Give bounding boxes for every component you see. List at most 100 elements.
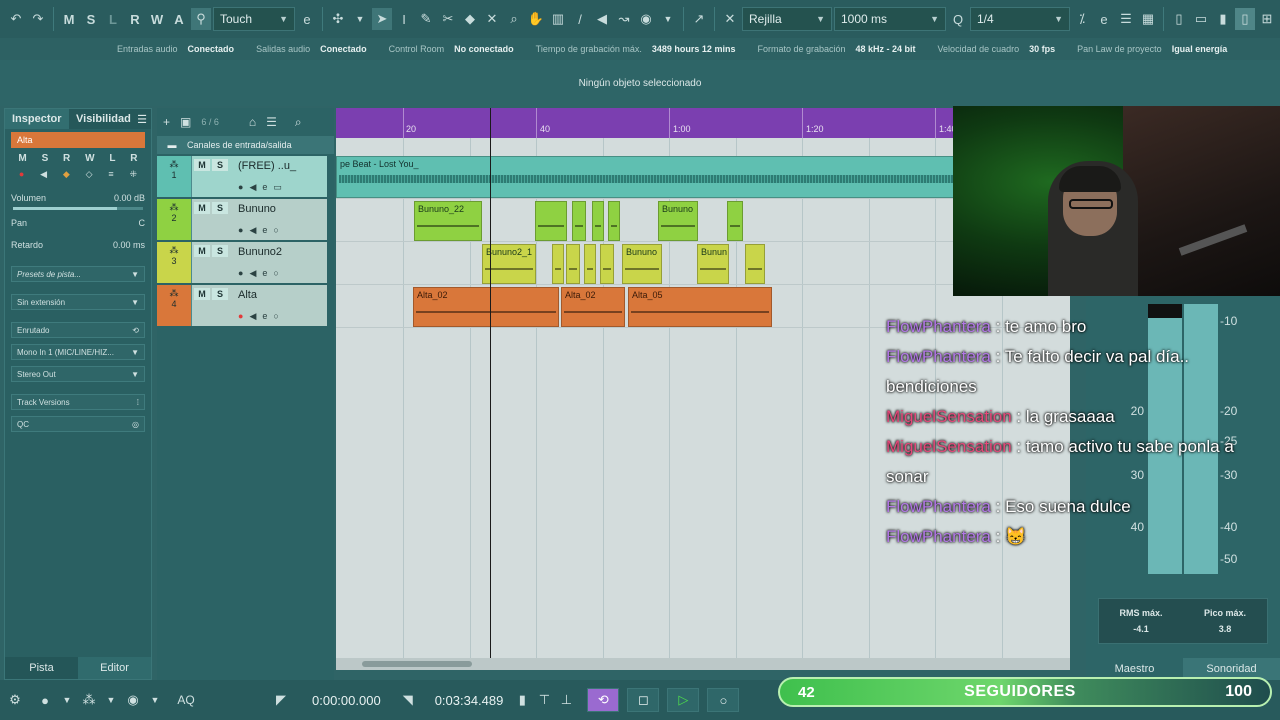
- inspector-track-name[interactable]: Alta: [11, 132, 145, 148]
- audio-clip[interactable]: [552, 244, 564, 284]
- audio-clip[interactable]: [566, 244, 580, 284]
- read-icon[interactable]: ○: [273, 311, 278, 322]
- waveform-icon[interactable]: ⁂: [78, 692, 100, 708]
- list-icon[interactable]: ☰: [266, 115, 277, 129]
- audio-clip[interactable]: Bununo: [658, 201, 698, 241]
- cycle-button[interactable]: ⟲: [587, 688, 620, 712]
- automation-mode-select[interactable]: Touch ▼: [213, 7, 295, 31]
- undo-icon[interactable]: ↶: [6, 8, 26, 30]
- audio-clip[interactable]: Alta_05: [628, 287, 772, 327]
- punch-icon[interactable]: ◉: [122, 692, 144, 708]
- mute-button[interactable]: M: [194, 245, 210, 257]
- tab-track[interactable]: Pista: [5, 657, 78, 679]
- layout-right-icon[interactable]: ▯: [1235, 8, 1255, 30]
- mute-button[interactable]: M: [194, 202, 210, 214]
- redo-icon[interactable]: ↷: [28, 8, 48, 30]
- solo-button[interactable]: S: [212, 202, 228, 214]
- erase-tool-icon[interactable]: ◆: [460, 8, 480, 30]
- track-preset-select[interactable]: Presets de pista... ▼: [11, 266, 145, 282]
- track-row[interactable]: ⁂ 4 MS Alta ● ◀ e ○: [157, 285, 327, 326]
- grid-select[interactable]: 1000 ms ▼: [834, 7, 946, 31]
- record-icon[interactable]: ●: [238, 268, 243, 279]
- keyboard-icon[interactable]: ▦: [1138, 8, 1158, 30]
- search-icon[interactable]: ⌕: [295, 115, 302, 130]
- audio-clip[interactable]: [608, 201, 620, 241]
- monitor-icon[interactable]: ◀: [249, 268, 256, 279]
- scissors-tool-icon[interactable]: ✂: [438, 8, 458, 30]
- record-button[interactable]: ○: [707, 688, 740, 712]
- lock-button[interactable]: L: [109, 153, 115, 164]
- track-row[interactable]: ⁂ 3 MS Bununo2 ● ◀ e ○: [157, 242, 327, 283]
- range-tool-icon[interactable]: I: [394, 8, 414, 30]
- edit-icon[interactable]: e: [1094, 8, 1114, 30]
- automation-mode-button[interactable]: A: [169, 8, 189, 30]
- record-mode-icon[interactable]: ●: [34, 693, 56, 708]
- solo-mode-button[interactable]: S: [81, 8, 101, 30]
- track-name[interactable]: Alta: [238, 289, 257, 301]
- read-icon[interactable]: ○: [273, 225, 278, 236]
- settings-icon[interactable]: ⚙: [4, 692, 26, 708]
- audio-clip[interactable]: Alta_02: [561, 287, 625, 327]
- dropdown-icon[interactable]: ▼: [100, 695, 122, 705]
- fader-icon[interactable]: ⁜: [130, 169, 138, 180]
- routing-section[interactable]: Enrutado ⟲: [11, 322, 145, 338]
- monitor-icon[interactable]: ◀: [249, 311, 256, 322]
- track-row[interactable]: ⁂ 2 MS Bununo ● ◀ e ○: [157, 199, 327, 240]
- track-name[interactable]: Bununo2: [238, 246, 282, 258]
- pencil-tool-icon[interactable]: ✎: [416, 8, 436, 30]
- lock-icon[interactable]: ▮: [511, 692, 533, 708]
- dropdown-icon[interactable]: ▼: [56, 695, 78, 705]
- automation-icon[interactable]: ⚲: [191, 8, 211, 30]
- add-track-icon[interactable]: +: [163, 115, 170, 129]
- audio-clip[interactable]: Bunun: [697, 244, 729, 284]
- audio-clip[interactable]: [592, 201, 604, 241]
- audio-clip[interactable]: Bununo: [622, 244, 662, 284]
- play-button[interactable]: ▷: [667, 688, 700, 712]
- output-routing-select[interactable]: Stereo Out ▼: [11, 366, 145, 382]
- audio-clip[interactable]: [535, 201, 567, 241]
- list-icon[interactable]: ☰: [1116, 8, 1136, 30]
- audio-clip[interactable]: [727, 201, 743, 241]
- audio-clip[interactable]: [572, 201, 586, 241]
- write-mode-button[interactable]: W: [147, 8, 167, 30]
- read-icon[interactable]: ○: [273, 268, 278, 279]
- mute-button[interactable]: M: [18, 153, 26, 164]
- record-enabled-icon[interactable]: ●: [238, 311, 243, 322]
- dropdown-icon[interactable]: ▼: [658, 8, 678, 30]
- quantize-icon[interactable]: Q: [948, 8, 968, 30]
- record-icon[interactable]: ●: [238, 182, 243, 193]
- right-locator-time[interactable]: 0:03:34.489: [435, 693, 504, 708]
- warp-tool-icon[interactable]: ↝: [614, 8, 634, 30]
- audio-clip[interactable]: Alta_02: [413, 287, 559, 327]
- pan-row[interactable]: Pan C: [11, 216, 145, 230]
- volume-row[interactable]: Volumen 0.00 dB: [11, 191, 145, 205]
- audio-clip[interactable]: [600, 244, 614, 284]
- mute-tool-icon[interactable]: ▥: [548, 8, 568, 30]
- edit-icon[interactable]: e: [262, 225, 267, 236]
- freeze-icon[interactable]: ◇: [86, 169, 93, 180]
- track-header[interactable]: MS Bununo2 ● ◀ e ○: [191, 242, 327, 283]
- lock-icon[interactable]: ◆: [63, 169, 70, 180]
- audio-clip[interactable]: [745, 244, 765, 284]
- layout-lower-icon[interactable]: ▭: [1191, 8, 1211, 30]
- lanes-icon[interactable]: ▭: [273, 182, 282, 193]
- io-channels-folder[interactable]: ▬ Canales de entrada/salida: [157, 136, 334, 154]
- track-row[interactable]: ⁂ 1 MS (FREE) ..u_ ● ◀ e ▭: [157, 156, 327, 197]
- solo-button[interactable]: S: [212, 159, 228, 171]
- monitor-icon[interactable]: ◀: [40, 169, 47, 180]
- audio-clip[interactable]: Bununo_22: [414, 201, 482, 241]
- listen-mode-button[interactable]: L: [103, 8, 123, 30]
- mute-button[interactable]: M: [194, 288, 210, 300]
- settings-icon[interactable]: ⊞: [1257, 8, 1277, 30]
- track-name[interactable]: Bununo: [238, 203, 276, 215]
- solo-button[interactable]: S: [212, 245, 228, 257]
- menu-icon[interactable]: ☰: [133, 109, 151, 129]
- track-versions-section[interactable]: Track Versions ⁞: [11, 394, 145, 410]
- glue-tool-icon[interactable]: ✕: [482, 8, 502, 30]
- record-enable-icon[interactable]: ●: [19, 169, 24, 179]
- auto-scroll-icon[interactable]: ↗: [689, 8, 709, 30]
- dropdown-icon[interactable]: ▼: [350, 8, 370, 30]
- iq-icon[interactable]: ⁒: [1072, 8, 1092, 30]
- zoom-tool-icon[interactable]: ⌕: [504, 8, 524, 30]
- playhead[interactable]: [490, 108, 491, 670]
